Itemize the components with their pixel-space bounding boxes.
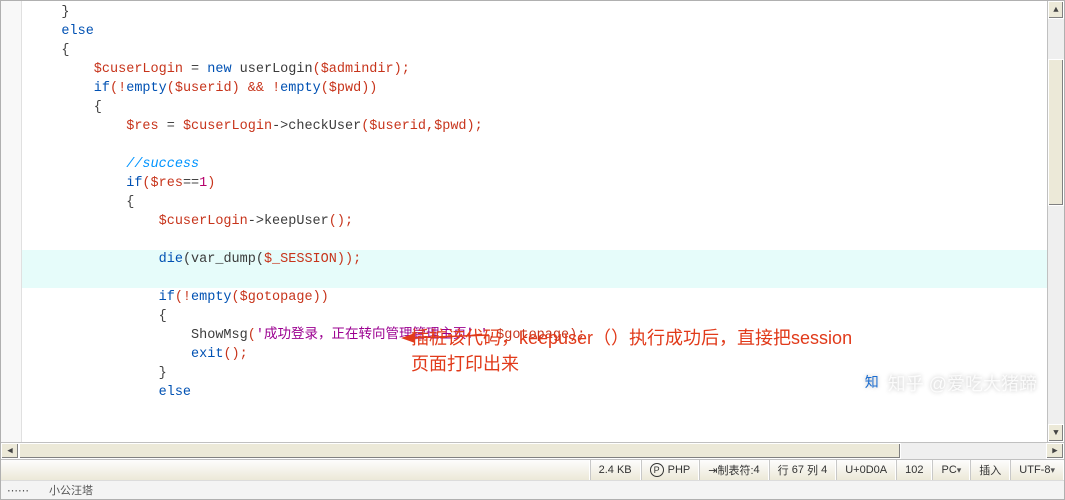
scroll-right-icon[interactable]: ▶ [1046, 443, 1064, 459]
status-filesize: 2.4 KB [590, 460, 641, 480]
scroll-track[interactable] [1048, 19, 1064, 424]
code-line: } [1, 3, 1047, 22]
scroll-thumb-h[interactable] [19, 443, 901, 459]
scroll-down-icon[interactable]: ▼ [1048, 424, 1064, 442]
status-spacer [1, 460, 590, 480]
fold-gutter [1, 1, 22, 442]
status-line-col[interactable]: 行 67 列 4 [769, 460, 837, 480]
status-insert-mode[interactable]: 插入 [970, 460, 1010, 480]
code-editor[interactable]: } else { $cuserLogin = new userLogin($ad… [1, 1, 1047, 442]
status-encoding[interactable]: UTF-8 [1010, 460, 1064, 480]
status-tabstop[interactable]: ⇥ 制表符:4 [699, 460, 768, 480]
vertical-scrollbar[interactable]: ▲ ▼ [1047, 1, 1064, 442]
status-offset: 102 [896, 460, 932, 480]
scroll-up-icon[interactable]: ▲ [1048, 1, 1064, 19]
tabstrip-item[interactable]: ⋯⋯ [7, 484, 29, 497]
scroll-left-icon[interactable]: ◀ [1, 443, 19, 459]
status-language[interactable]: P PHP [641, 460, 700, 480]
status-lineending[interactable]: PC [932, 460, 970, 480]
tabstrip-item[interactable]: 小公汪塔 [49, 482, 93, 498]
php-badge-icon: P [650, 463, 664, 477]
scroll-track-h[interactable] [19, 443, 1046, 459]
bottom-tabstrip: ⋯⋯ 小公汪塔 [1, 480, 1064, 499]
status-codepoint: U+0D0A [836, 460, 896, 480]
horizontal-scrollbar[interactable]: ◀ ▶ [1, 442, 1064, 459]
scroll-thumb[interactable] [1048, 59, 1064, 206]
status-bar: 2.4 KB P PHP ⇥ 制表符:4 行 67 列 4 U+0D0A 102… [1, 459, 1064, 480]
